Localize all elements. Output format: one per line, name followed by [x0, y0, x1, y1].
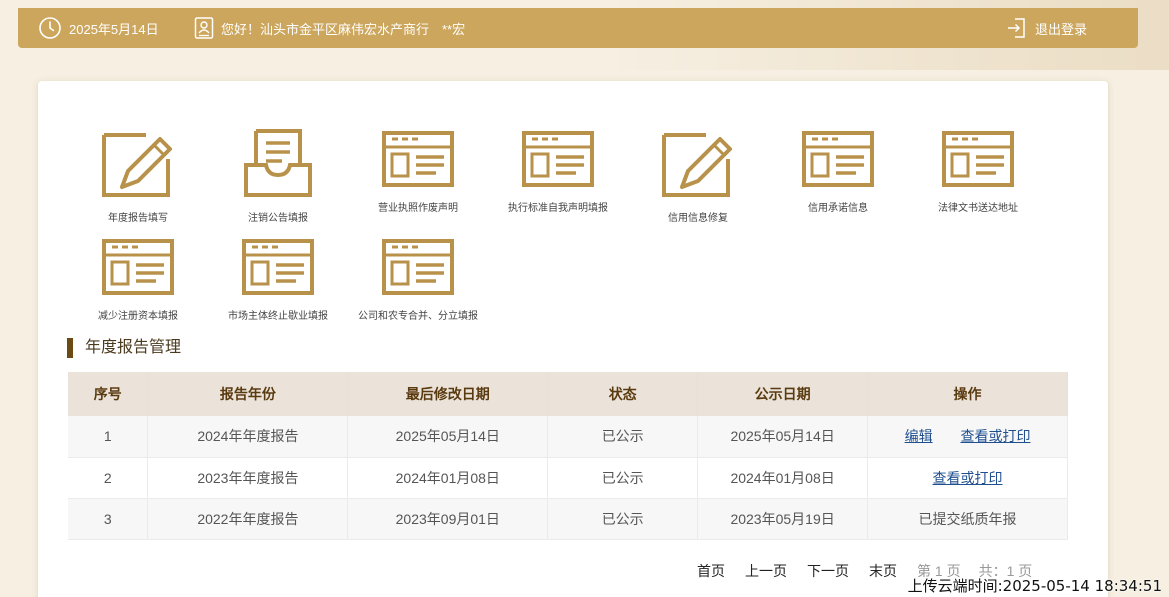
date-text: 2025年5月14日: [69, 21, 159, 37]
cell-year: 2022年年度报告: [147, 498, 349, 540]
header-published: 公示日期: [697, 372, 869, 416]
tile-label: 年度报告填写: [108, 213, 168, 224]
form-icon: [802, 131, 874, 187]
tile-label: 公司和农专合并、分立填报: [358, 311, 478, 322]
table-header-row: 序号 报告年份 最后修改日期 状态 公示日期 操作: [68, 372, 1068, 416]
cell-no: 1: [68, 416, 149, 458]
cell-year: 2024年年度报告: [147, 416, 349, 458]
tile-business-termination[interactable]: 市场主体终止歇业填报: [208, 237, 348, 335]
tile-credit-commitment[interactable]: 信用承诺信息: [768, 129, 908, 227]
cell-ops-note: 已提交纸质年报: [867, 498, 1068, 540]
table-row: 3 2022年年度报告 2023年09月01日 已公示 2023年05月19日 …: [68, 498, 1068, 540]
tile-label: 信用承诺信息: [808, 203, 868, 214]
edit-link[interactable]: 编辑: [905, 428, 933, 444]
cell-status: 已公示: [547, 416, 699, 458]
header-ops: 操作: [867, 372, 1068, 416]
tile-label: 注销公告填报: [248, 213, 308, 224]
logout-icon: [1008, 18, 1025, 38]
prev-page-button[interactable]: 上一页: [745, 561, 787, 581]
tile-cancellation-notice[interactable]: 注销公告填报: [208, 129, 348, 227]
cell-modified: 2024年01月08日: [347, 457, 549, 499]
user-card-icon: [194, 17, 214, 39]
cell-ops: 编辑 查看或打印: [867, 416, 1068, 458]
form-icon: [382, 131, 454, 187]
form-icon: [382, 239, 454, 295]
logout-label: 退出登录: [1035, 21, 1088, 37]
cell-modified: 2023年09月01日: [347, 498, 549, 540]
tile-license-void[interactable]: 营业执照作废声明: [348, 129, 488, 227]
cell-published: 2024年01月08日: [697, 457, 869, 499]
tile-credit-repair[interactable]: 信用信息修复: [628, 129, 768, 227]
annual-report-table: 序号 报告年份 最后修改日期 状态 公示日期 操作 1 2024年年度报告 20…: [68, 372, 1068, 540]
cell-modified: 2025年05月14日: [347, 416, 549, 458]
tile-legal-address[interactable]: 法律文书送达地址: [908, 129, 1048, 227]
tile-label: 市场主体终止歇业填报: [228, 311, 328, 322]
last-page-button[interactable]: 末页: [869, 561, 897, 581]
tile-label: 信用信息修复: [668, 213, 728, 224]
clock-icon: [39, 17, 61, 39]
tile-label: 法律文书送达地址: [938, 203, 1018, 214]
cell-status: 已公示: [547, 457, 699, 499]
inbox-icon: [244, 129, 312, 197]
cell-published: 2025年05月14日: [697, 416, 869, 458]
next-page-button[interactable]: 下一页: [807, 561, 849, 581]
logout-button[interactable]: 退出登录: [1006, 8, 1087, 48]
tile-annual-report[interactable]: 年度报告填写: [68, 129, 208, 227]
tile-merger-split[interactable]: 公司和农专合并、分立填报: [348, 237, 488, 335]
header-status: 状态: [547, 372, 699, 416]
top-bar: 2025年5月14日 您好！汕头市金平区麻伟宏水产商行 **宏 退出登录: [18, 8, 1138, 48]
section-title: 年度报告管理: [67, 338, 181, 358]
cell-status: 已公示: [547, 498, 699, 540]
tile-capital-reduction[interactable]: 减少注册资本填报: [68, 237, 208, 335]
cell-published: 2023年05月19日: [697, 498, 869, 540]
main-card: 年度报告填写 注销公告填报 营业执照作废声明 执行标准自我声明填报 信用信息修复…: [38, 81, 1108, 597]
form-icon: [942, 131, 1014, 187]
view-print-link[interactable]: 查看或打印: [960, 428, 1030, 444]
cell-ops: 查看或打印: [867, 457, 1068, 499]
form-icon: [522, 131, 594, 187]
header-modified: 最后修改日期: [347, 372, 549, 416]
table-row: 1 2024年年度报告 2025年05月14日 已公示 2025年05月14日 …: [68, 416, 1068, 458]
first-page-button[interactable]: 首页: [697, 561, 725, 581]
table-row: 2 2023年年度报告 2024年01月08日 已公示 2024年01月08日 …: [68, 457, 1068, 499]
cell-no: 3: [68, 498, 149, 540]
edit-icon: [662, 133, 732, 197]
form-icon: [242, 239, 314, 295]
form-icon: [102, 239, 174, 295]
header-no: 序号: [68, 372, 149, 416]
greeting-text: 您好！汕头市金平区麻伟宏水产商行: [221, 21, 430, 37]
header-year: 报告年份: [147, 372, 349, 416]
view-print-link[interactable]: 查看或打印: [933, 470, 1003, 486]
cell-year: 2023年年度报告: [147, 457, 349, 499]
greeting: 您好！汕头市金平区麻伟宏水产商行: [194, 8, 429, 48]
edit-icon: [102, 133, 172, 197]
upload-timestamp: 上传云端时间:2025-05-14 18:34:51: [907, 577, 1162, 595]
cell-no: 2: [68, 457, 149, 499]
date-display: 2025年5月14日: [38, 8, 159, 48]
tile-standard-declaration[interactable]: 执行标准自我声明填报: [488, 129, 628, 227]
tile-label: 减少注册资本填报: [98, 311, 178, 322]
tile-label: 执行标准自我声明填报: [508, 203, 608, 214]
user-name: **宏: [442, 21, 466, 37]
tile-label: 营业执照作废声明: [378, 203, 458, 214]
